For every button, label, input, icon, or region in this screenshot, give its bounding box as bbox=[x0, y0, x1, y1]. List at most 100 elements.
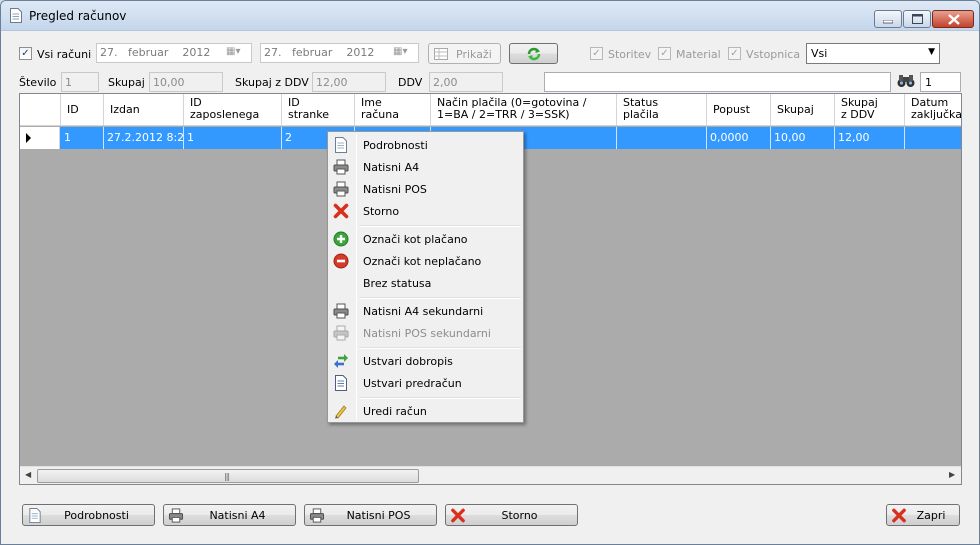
printer-icon bbox=[333, 325, 349, 341]
close-button[interactable]: Zapri bbox=[886, 504, 960, 526]
print-a4-button[interactable]: Natisni A4 bbox=[163, 504, 296, 526]
scroll-thumb[interactable]: ||| bbox=[37, 469, 419, 483]
date-from-year: 2012 bbox=[182, 46, 211, 59]
total-field: 10,00 bbox=[149, 72, 223, 92]
column-header[interactable]: Status plačila bbox=[617, 94, 707, 126]
red-x-icon bbox=[892, 508, 906, 523]
services-label: Storitev bbox=[608, 48, 652, 61]
printer-icon bbox=[333, 303, 349, 319]
document-icon bbox=[10, 8, 22, 23]
table-icon bbox=[434, 48, 448, 60]
material-checkbox[interactable]: ✓ bbox=[658, 47, 671, 60]
red-minus-icon bbox=[333, 253, 349, 269]
date-from-day: 27. bbox=[100, 46, 118, 59]
cell-total-vat[interactable]: 12,00 bbox=[835, 127, 905, 149]
grid-header: ID Izdan ID zaposlenega ID stranke Ime r… bbox=[20, 94, 961, 126]
menu-item-print-pos[interactable]: Natisni POS bbox=[330, 178, 521, 200]
menu-item-create-proforma[interactable]: Ustvari predračun bbox=[330, 372, 521, 394]
date-from-picker[interactable]: 27. februar 2012 ▦▾ bbox=[96, 43, 252, 63]
all-invoices-checkbox[interactable]: ✓ bbox=[19, 47, 32, 60]
cell-issued[interactable]: 27.2.2012 8:28 bbox=[104, 127, 184, 149]
close-window-button[interactable] bbox=[932, 10, 974, 28]
scroll-right-icon[interactable]: ▶ bbox=[949, 470, 955, 479]
show-button[interactable]: Prikaži bbox=[428, 43, 501, 64]
title-bar[interactable]: Pregled računov bbox=[1, 1, 979, 31]
cell-total[interactable]: 10,00 bbox=[771, 127, 835, 149]
column-header[interactable]: Izdan bbox=[104, 94, 184, 126]
menu-item-mark-unpaid[interactable]: Označi kot neplačano bbox=[330, 250, 521, 272]
date-from-month: februar bbox=[128, 46, 169, 59]
menu-item-storno[interactable]: Storno bbox=[330, 200, 521, 222]
vat-label: DDV bbox=[398, 76, 423, 89]
show-button-label: Prikaži bbox=[456, 48, 492, 61]
menu-item-mark-paid[interactable]: Označi kot plačano bbox=[330, 228, 521, 250]
count-field: 1 bbox=[61, 72, 99, 92]
type-select[interactable]: Vsi ▼ bbox=[806, 43, 940, 64]
cell-status[interactable] bbox=[617, 127, 707, 149]
binoculars-icon[interactable] bbox=[897, 74, 915, 88]
chevron-down-icon: ▼ bbox=[928, 47, 935, 57]
close-icon bbox=[948, 14, 960, 25]
row-header[interactable] bbox=[20, 127, 60, 149]
material-label: Material bbox=[676, 48, 721, 61]
context-menu: Podrobnosti Natisni A4 Natisni POS Storn… bbox=[327, 131, 524, 423]
header-corner bbox=[20, 94, 61, 126]
ticket-checkbox[interactable]: ✓ bbox=[728, 47, 741, 60]
column-header[interactable]: Skupaj bbox=[771, 94, 835, 126]
date-to-month: februar bbox=[292, 46, 333, 59]
total-label: Skupaj bbox=[108, 76, 145, 89]
horizontal-scrollbar[interactable]: ◀ ||| ▶ bbox=[20, 466, 961, 484]
cell-closed[interactable] bbox=[905, 127, 961, 149]
column-header[interactable]: Popust bbox=[707, 94, 771, 126]
menu-item-details[interactable]: Podrobnosti bbox=[330, 134, 521, 156]
menu-item-edit-invoice[interactable]: Uredi račun bbox=[330, 400, 521, 422]
calendar-icon[interactable]: ▦▾ bbox=[226, 46, 248, 60]
summary-bar: Število 1 Skupaj 10,00 Skupaj z DDV 12,0… bbox=[1, 72, 979, 94]
refresh-button[interactable] bbox=[509, 43, 558, 64]
menu-item-print-pos-secondary[interactable]: Natisni POS sekundarni bbox=[330, 322, 521, 344]
calendar-icon[interactable]: ▦▾ bbox=[393, 46, 415, 60]
green-plus-icon bbox=[333, 231, 349, 247]
column-header[interactable]: ID zaposlenega bbox=[184, 94, 282, 126]
minimize-button[interactable] bbox=[874, 10, 902, 28]
details-button[interactable]: Podrobnosti bbox=[22, 504, 155, 526]
main-window: Pregled računov ✓ Vsi računi 27. februar… bbox=[0, 0, 980, 545]
count-label: Število bbox=[19, 76, 57, 89]
type-select-value: Vsi bbox=[811, 47, 828, 60]
storno-button[interactable]: Storno bbox=[445, 504, 578, 526]
refresh-icon bbox=[527, 47, 541, 61]
menu-item-no-status[interactable]: Brez statusa bbox=[330, 272, 521, 294]
scroll-left-icon[interactable]: ◀ bbox=[25, 470, 31, 479]
minimize-icon bbox=[883, 20, 893, 24]
column-header[interactable]: Datum zaključka bbox=[905, 94, 961, 126]
column-header[interactable]: Skupaj z DDV bbox=[835, 94, 905, 126]
cell-employee-id[interactable]: 1 bbox=[184, 127, 282, 149]
cell-discount[interactable]: 0,0000 bbox=[707, 127, 771, 149]
menu-item-create-credit-note[interactable]: Ustvari dobropis bbox=[330, 350, 521, 372]
date-to-day: 27. bbox=[264, 46, 282, 59]
column-header[interactable]: Način plačila (0=gotovina / 1=BA / 2=TRR… bbox=[431, 94, 617, 126]
date-to-picker[interactable]: 27. februar 2012 ▦▾ bbox=[260, 43, 419, 63]
window-title: Pregled računov bbox=[29, 9, 127, 23]
printer-icon bbox=[333, 159, 349, 175]
total-vat-field: 12,00 bbox=[312, 72, 386, 92]
services-checkbox[interactable]: ✓ bbox=[590, 47, 603, 60]
column-header[interactable]: Ime računa bbox=[355, 94, 431, 126]
menu-item-print-a4[interactable]: Natisni A4 bbox=[330, 156, 521, 178]
cell-id[interactable]: 1 bbox=[61, 127, 104, 149]
search-input[interactable] bbox=[544, 72, 891, 92]
maximize-button[interactable] bbox=[903, 10, 931, 28]
column-header[interactable]: ID stranke bbox=[282, 94, 355, 126]
document-icon bbox=[335, 137, 347, 153]
swap-arrows-icon bbox=[334, 354, 348, 368]
red-x-icon bbox=[333, 203, 349, 219]
printer-icon bbox=[333, 181, 349, 197]
vat-field: 2,00 bbox=[429, 72, 503, 92]
column-header[interactable]: ID bbox=[61, 94, 104, 126]
menu-item-print-a4-secondary[interactable]: Natisni A4 sekundarni bbox=[330, 300, 521, 322]
printer-icon bbox=[168, 508, 184, 523]
red-x-icon bbox=[451, 508, 465, 523]
ticket-label: Vstopnica bbox=[746, 48, 801, 61]
filter-toolbar: ✓ Vsi računi 27. februar 2012 ▦▾ 27. feb… bbox=[1, 43, 979, 65]
print-pos-button[interactable]: Natisni POS bbox=[304, 504, 437, 526]
